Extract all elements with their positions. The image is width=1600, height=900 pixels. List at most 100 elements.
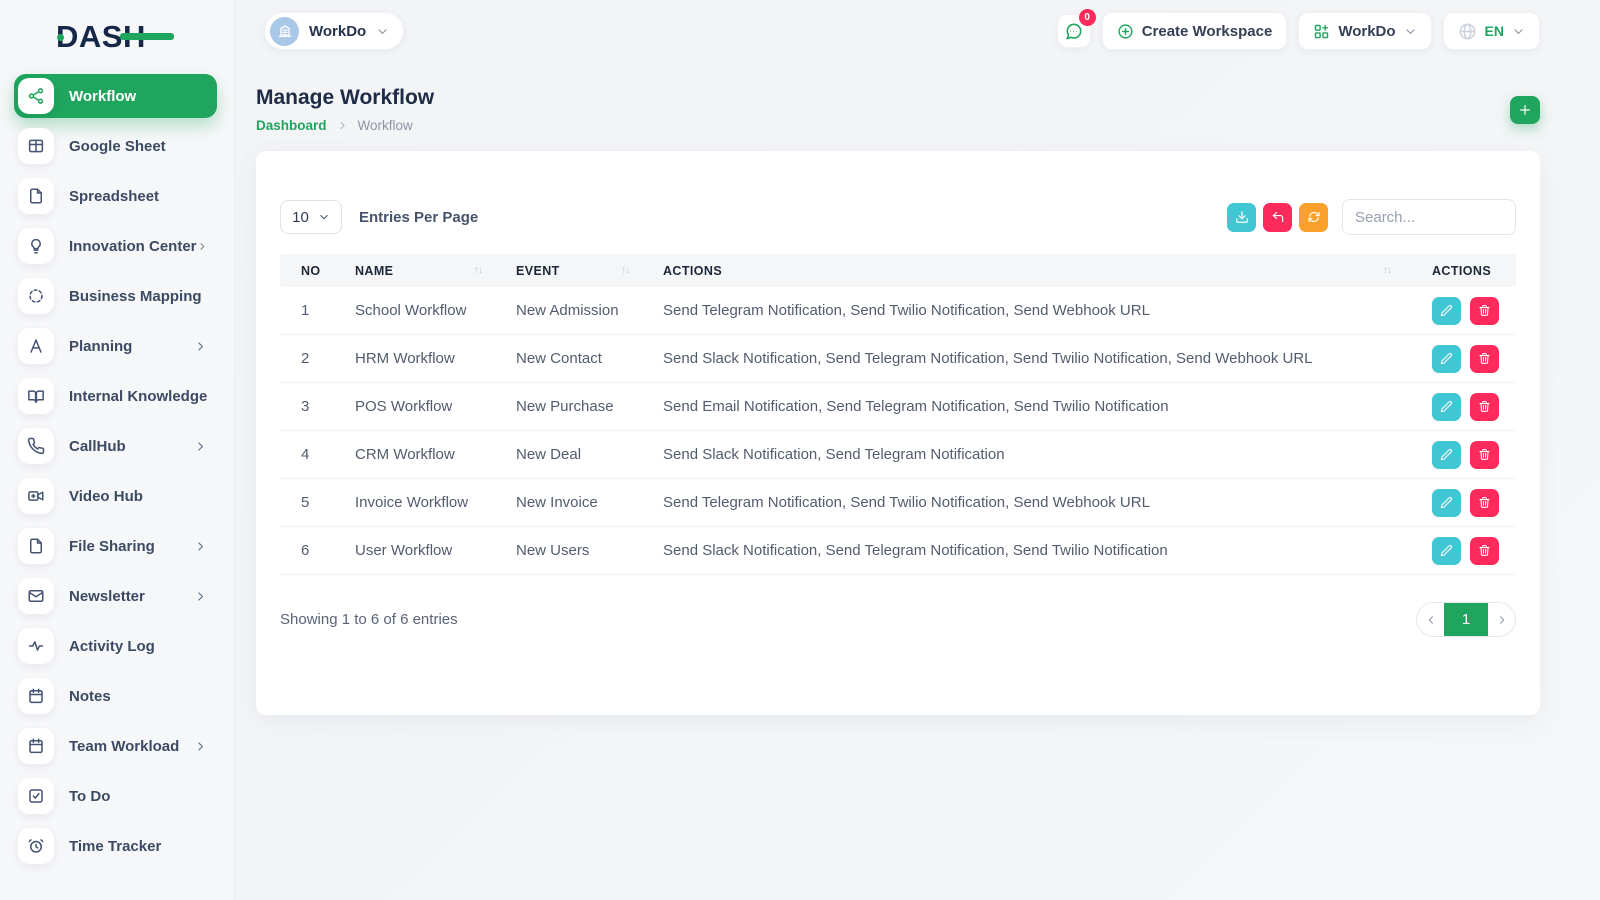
edit-button[interactable] [1432, 536, 1461, 565]
workdo-menu-button[interactable]: WorkDo [1298, 12, 1432, 50]
sidebar-item-newsletter[interactable]: Newsletter [14, 574, 217, 618]
delete-button[interactable] [1470, 488, 1499, 517]
sidebar-item-team-workload[interactable]: Team Workload [14, 724, 217, 768]
sort-icon[interactable]: ↑↓ [621, 265, 630, 276]
page-title: Manage Workflow [256, 86, 435, 109]
chevron-right-icon [194, 440, 207, 453]
edit-button[interactable] [1432, 392, 1461, 421]
chevron-down-icon [1404, 25, 1417, 38]
cell-actions: Send Email Notification, Send Telegram N… [663, 398, 1169, 415]
pencil-icon [1440, 352, 1453, 365]
edit-button[interactable] [1432, 296, 1461, 325]
add-workflow-button[interactable] [1510, 96, 1540, 124]
cell-event: New Contact [516, 350, 602, 367]
sidebar-item-google-sheet[interactable]: Google Sheet [14, 124, 217, 168]
delete-button[interactable] [1470, 440, 1499, 469]
video-icon [18, 478, 54, 514]
sidebar-item-file-sharing[interactable]: File Sharing [14, 524, 217, 568]
refresh-button[interactable] [1299, 202, 1328, 232]
table-row: 2 HRM Workflow New Contact Send Slack Notif… [280, 335, 1516, 383]
edit-button[interactable] [1432, 344, 1461, 373]
previous-page-button[interactable] [1417, 603, 1444, 636]
language-selector[interactable]: EN [1442, 12, 1540, 50]
calendar-icon [18, 728, 54, 764]
cell-actions: Send Slack Notification, Send Telegram N… [663, 542, 1168, 559]
sort-icon[interactable]: ↑↓ [474, 265, 483, 276]
search-input[interactable] [1342, 199, 1516, 235]
sidebar-menu: Workflow Google Sheet Spreadsheet Innovatio… [0, 74, 234, 868]
logo-accent-dot [57, 34, 64, 41]
sidebar-item-innovation-center[interactable]: Innovation Center [14, 224, 217, 268]
cell-event: New Purchase [516, 398, 614, 415]
delete-button[interactable] [1470, 296, 1499, 325]
messages-button[interactable]: 0 [1056, 9, 1096, 48]
cell-name: User Workflow [355, 542, 453, 559]
font-a-icon [18, 328, 54, 364]
chevron-right-icon [194, 740, 207, 753]
next-page-button[interactable] [1488, 603, 1515, 636]
workspace-switcher[interactable]: WorkDo [264, 12, 405, 50]
chevron-right-icon [194, 540, 207, 553]
cell-no: 1 [301, 302, 310, 319]
sidebar-item-time-tracker[interactable]: Time Tracker [14, 824, 217, 868]
reset-button[interactable] [1263, 202, 1292, 232]
create-workspace-label: Create Workspace [1141, 22, 1273, 40]
sidebar-item-callhub[interactable]: CallHub [14, 424, 217, 468]
cell-name: Invoice Workflow [355, 494, 469, 511]
alarm-icon [18, 828, 54, 864]
entries-per-page-label: Entries Per Page [359, 208, 479, 226]
grid-plus-icon [1313, 23, 1330, 40]
dashed-circle-icon [18, 278, 54, 314]
table-row: 4 CRM Workflow New Deal Send Slack Notifica… [280, 431, 1516, 479]
sidebar-item-workflow[interactable]: Workflow [14, 74, 217, 118]
breadcrumb: Dashboard Workflow [256, 118, 434, 133]
delete-button[interactable] [1470, 536, 1499, 565]
table-row: 5 Invoice Workflow New Invoice Send Telegra… [280, 479, 1516, 527]
column-header-row-actions: ACTIONS [1432, 263, 1492, 278]
table-row: 1 School Workflow New Admission Send Telegr… [280, 287, 1516, 335]
showing-entries-text: Showing 1 to 6 of 6 entries [280, 611, 458, 628]
sidebar-item-internal-knowledge[interactable]: Internal Knowledge [14, 374, 217, 418]
create-workspace-button[interactable]: Create Workspace [1101, 12, 1288, 50]
chevron-left-icon [1425, 614, 1437, 626]
delete-button[interactable] [1470, 344, 1499, 373]
current-page-button[interactable]: 1 [1444, 603, 1488, 636]
sort-icon[interactable]: ↑↓ [1383, 265, 1392, 276]
sidebar-item-to-do[interactable]: To Do [14, 774, 217, 818]
sidebar: DASH Workflow Google Sheet Spreadsheet Inno… [0, 0, 235, 900]
building-icon [277, 23, 293, 39]
page-head: Manage Workflow Dashboard Workflow [256, 86, 1540, 133]
chevron-down-icon [1512, 25, 1525, 38]
row-action-buttons [1404, 392, 1516, 421]
toolbar-right [1220, 199, 1516, 235]
breadcrumb-dashboard-link[interactable]: Dashboard [256, 118, 327, 133]
sidebar-item-planning[interactable]: Planning [14, 324, 217, 368]
export-button[interactable] [1227, 202, 1256, 232]
sidebar-item-business-mapping[interactable]: Business Mapping [14, 274, 217, 318]
trash-icon [1478, 496, 1491, 509]
chevron-right-icon [194, 590, 207, 603]
workspace-avatar [270, 16, 299, 46]
workflow-table: NO NAME ↑↓ EVENT ↑↓ ACTIONS ↑↓ ACTIONS 1 Sch… [280, 254, 1516, 575]
table-header: NO NAME ↑↓ EVENT ↑↓ ACTIONS ↑↓ ACTIONS [280, 254, 1516, 287]
language-code: EN [1484, 23, 1504, 39]
pencil-icon [1440, 496, 1453, 509]
file-icon [18, 178, 54, 214]
share-icon [18, 78, 54, 114]
sidebar-item-spreadsheet[interactable]: Spreadsheet [14, 174, 217, 218]
cell-name: School Workflow [355, 302, 467, 319]
table-body: 1 School Workflow New Admission Send Telegr… [280, 287, 1516, 575]
delete-button[interactable] [1470, 392, 1499, 421]
cell-actions: Send Slack Notification, Send Telegram N… [663, 350, 1313, 367]
plus-circle-icon [1117, 23, 1134, 40]
sidebar-item-activity-log[interactable]: Activity Log [14, 624, 217, 668]
phone-icon [18, 428, 54, 464]
check-square-icon [18, 778, 54, 814]
pencil-icon [1440, 448, 1453, 461]
cell-event: New Invoice [516, 494, 598, 511]
edit-button[interactable] [1432, 488, 1461, 517]
entries-per-page-select[interactable]: 10 [280, 200, 342, 234]
sidebar-item-video-hub[interactable]: Video Hub [14, 474, 217, 518]
edit-button[interactable] [1432, 440, 1461, 469]
sidebar-item-notes[interactable]: Notes [14, 674, 217, 718]
